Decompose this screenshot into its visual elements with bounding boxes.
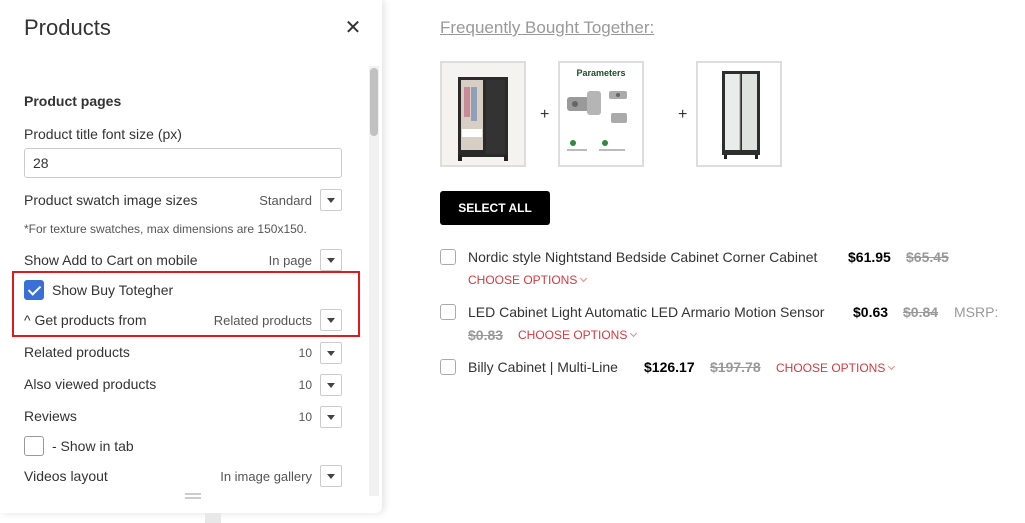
choose-options-label: CHOOSE OPTIONS xyxy=(468,273,578,287)
msrp-label: MSRP: xyxy=(954,304,999,320)
videos-layout-value[interactable]: In image gallery xyxy=(180,469,312,484)
swatch-size-dropdown[interactable] xyxy=(320,189,342,211)
chevron-down-icon xyxy=(327,257,335,263)
swatch-note: *For texture swatches, max dimensions ar… xyxy=(24,222,307,236)
reviews-value[interactable]: 10 xyxy=(290,410,312,424)
item-name[interactable]: LED Cabinet Light Automatic LED Armario … xyxy=(468,304,824,320)
item-price: $126.17 xyxy=(644,359,695,375)
also-viewed-label: Also viewed products xyxy=(24,376,157,392)
cabinet-illustration xyxy=(698,63,780,165)
hinge-parameters-image[interactable]: Parameters xyxy=(558,61,644,167)
msrp-value: $0.83 xyxy=(468,327,504,343)
item-old-price: $0.84 xyxy=(903,304,939,320)
show-in-tab-checkbox[interactable] xyxy=(24,436,44,456)
chevron-down-icon xyxy=(327,382,335,388)
wardrobe-image[interactable] xyxy=(440,61,526,167)
chevron-down-icon xyxy=(888,362,896,371)
related-products-value[interactable]: 10 xyxy=(290,346,312,360)
select-all-button[interactable]: SELECT ALL xyxy=(440,191,550,225)
swatch-size-value[interactable]: Standard xyxy=(220,193,312,208)
show-in-tab-label: - Show in tab xyxy=(52,438,134,454)
scroll-thumb[interactable] xyxy=(370,68,378,136)
chevron-down-icon xyxy=(327,414,335,420)
choose-options-label: CHOOSE OPTIONS xyxy=(776,361,886,375)
chevron-down-icon xyxy=(327,350,335,356)
chevron-down-icon xyxy=(580,274,588,283)
chevron-down-icon xyxy=(327,473,335,479)
plus-sign: + xyxy=(678,106,688,123)
item-name[interactable]: Billy Cabinet | Multi-Line xyxy=(468,359,618,375)
reviews-dropdown[interactable] xyxy=(320,406,342,428)
add-to-cart-value[interactable]: In page xyxy=(220,253,312,268)
related-products-dropdown[interactable] xyxy=(320,342,342,364)
item-checkbox[interactable] xyxy=(440,249,456,265)
choose-options-link[interactable]: CHOOSE OPTIONS xyxy=(776,361,896,375)
item-checkbox[interactable] xyxy=(440,359,456,375)
chevron-down-icon xyxy=(327,197,335,203)
plus-sign: + xyxy=(540,106,550,123)
wardrobe-illustration xyxy=(442,63,524,165)
section-title: Product pages xyxy=(24,93,122,109)
cabinet-image[interactable] xyxy=(696,61,782,167)
hinge-illustration xyxy=(560,63,642,165)
products-settings-panel: Products ✕ Product pages Product title f… xyxy=(0,0,382,513)
item-name[interactable]: Nordic style Nightstand Bedside Cabinet … xyxy=(468,249,817,265)
choose-options-label: CHOOSE OPTIONS xyxy=(518,328,628,342)
add-to-cart-dropdown[interactable] xyxy=(320,249,342,271)
add-to-cart-label: Show Add to Cart on mobile xyxy=(24,252,198,268)
fbt-title: Frequently Bought Together: xyxy=(440,18,655,37)
also-viewed-dropdown[interactable] xyxy=(320,374,342,396)
thumb-parameters-text: Parameters xyxy=(576,68,626,78)
panel-title: Products xyxy=(24,15,111,40)
background-strip xyxy=(205,513,221,523)
related-products-label: Related products xyxy=(24,344,130,360)
close-icon[interactable]: ✕ xyxy=(343,18,363,38)
item-checkbox[interactable] xyxy=(440,304,456,320)
choose-options-link[interactable]: CHOOSE OPTIONS xyxy=(468,273,588,287)
item-old-price: $65.45 xyxy=(906,249,949,265)
resize-handle-icon[interactable] xyxy=(185,493,201,499)
videos-layout-dropdown[interactable] xyxy=(320,465,342,487)
panel-scrollbar[interactable] xyxy=(369,66,379,496)
reviews-label: Reviews xyxy=(24,408,77,424)
chevron-down-icon xyxy=(630,329,638,338)
also-viewed-value[interactable]: 10 xyxy=(290,378,312,392)
swatch-size-label: Product swatch image sizes xyxy=(24,192,198,208)
item-old-price: $197.78 xyxy=(710,359,761,375)
videos-layout-label: Videos layout xyxy=(24,468,108,484)
choose-options-link[interactable]: CHOOSE OPTIONS xyxy=(518,328,638,342)
title-font-size-label: Product title font size (px) xyxy=(24,126,182,142)
item-price: $61.95 xyxy=(848,249,891,265)
title-font-size-input[interactable]: 28 xyxy=(24,148,342,178)
item-price: $0.63 xyxy=(853,304,889,320)
highlight-box xyxy=(12,271,360,337)
